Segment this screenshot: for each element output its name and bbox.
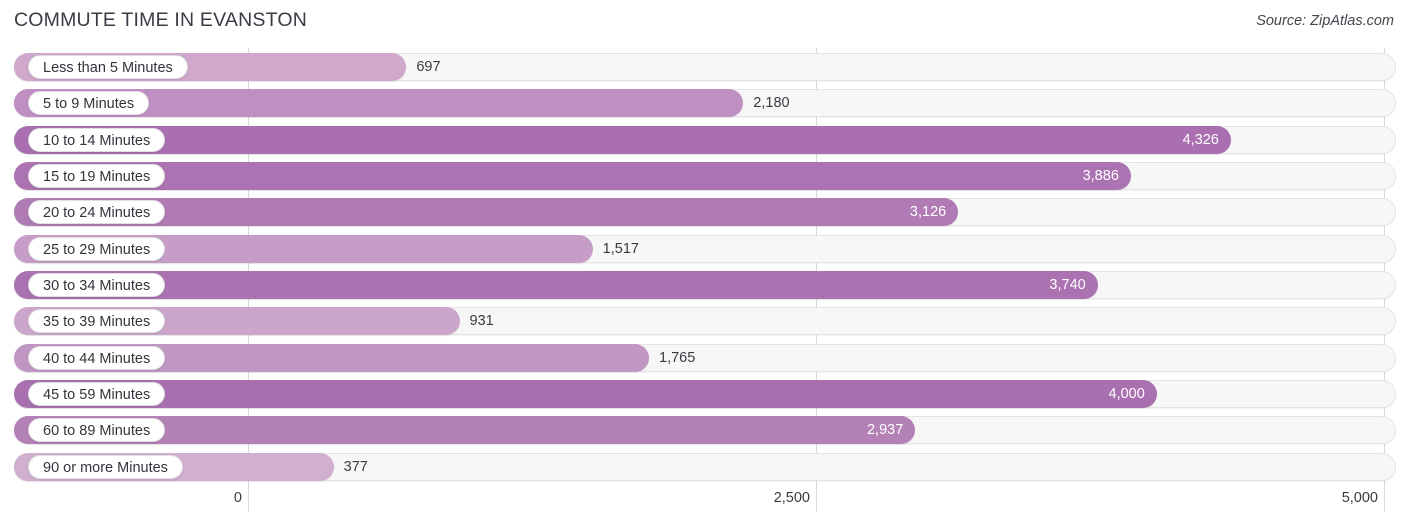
chart-row: 1,517 25 to 29 Minutes xyxy=(0,234,1406,264)
category-label: 10 to 14 Minutes xyxy=(28,127,166,152)
page-title: COMMUTE TIME IN EVANSTON xyxy=(14,9,307,31)
axis-tick-label: 5,000 xyxy=(1341,490,1378,506)
axis-tick-mark xyxy=(816,484,817,512)
chart-row: 2,180 5 to 9 Minutes xyxy=(0,88,1406,118)
bar xyxy=(14,125,1231,154)
category-label: 30 to 34 Minutes xyxy=(28,272,166,297)
category-label: 25 to 29 Minutes xyxy=(28,236,166,261)
axis-tick-label: 2,500 xyxy=(773,490,810,506)
chart-row: 3,740 30 to 34 Minutes xyxy=(0,270,1406,300)
chart-row: 2,937 60 to 89 Minutes xyxy=(0,415,1406,445)
chart-row: 931 35 to 39 Minutes xyxy=(0,306,1406,336)
bar xyxy=(14,161,1131,190)
category-label: 90 or more Minutes xyxy=(28,454,183,479)
source-attribution: Source: ZipAtlas.com xyxy=(1256,13,1394,29)
bar-value-label: 3,740 xyxy=(1049,276,1086,293)
axis-tick-mark xyxy=(1384,484,1385,512)
bar xyxy=(14,270,1098,299)
chart-row: 377 90 or more Minutes xyxy=(0,452,1406,482)
bar-value-label: 2,180 xyxy=(753,95,790,112)
bar-value-label: 377 xyxy=(343,458,368,475)
bar-value-label: 2,937 xyxy=(866,422,904,439)
category-label: 20 to 24 Minutes xyxy=(28,200,166,225)
category-label: Less than 5 Minutes xyxy=(28,55,188,79)
chart-row: 4,000 45 to 59 Minutes xyxy=(0,379,1406,409)
category-label: 5 to 9 Minutes xyxy=(28,91,150,116)
chart-row: 1,765 40 to 44 Minutes xyxy=(0,343,1406,373)
bar-value-label: 697 xyxy=(416,59,441,75)
category-label: 40 to 44 Minutes xyxy=(28,345,166,370)
category-label: 35 to 39 Minutes xyxy=(28,309,166,334)
x-axis: 0 2,500 5,000 xyxy=(0,484,1406,522)
bar xyxy=(14,379,1157,408)
axis-tick-mark xyxy=(248,484,249,512)
bar-value-label: 1,765 xyxy=(659,349,696,366)
category-label: 60 to 89 Minutes xyxy=(28,418,166,443)
chart-row: 3,126 20 to 24 Minutes xyxy=(0,197,1406,227)
category-label: 45 to 59 Minutes xyxy=(28,381,166,406)
bar-value-label: 931 xyxy=(469,313,494,330)
plot-area: 697 Less than 5 Minutes 2,180 5 to 9 Minute… xyxy=(0,48,1406,484)
bar-value-label: 3,886 xyxy=(1082,167,1119,184)
bar-value-label: 1,517 xyxy=(602,240,639,257)
bar-value-label: 4,000 xyxy=(1108,385,1145,402)
chart-row: 4,326 10 to 14 Minutes xyxy=(0,125,1406,155)
chart-row: 3,886 15 to 19 Minutes xyxy=(0,161,1406,191)
category-label: 15 to 19 Minutes xyxy=(28,163,166,188)
axis-tick-label: 0 xyxy=(233,490,242,506)
bar-value-label: 4,326 xyxy=(1182,131,1219,148)
chart-row: 697 Less than 5 Minutes xyxy=(0,52,1406,82)
commute-time-bar-chart: COMMUTE TIME IN EVANSTON Source: ZipAtla… xyxy=(0,0,1406,522)
bar-value-label: 3,126 xyxy=(909,204,947,221)
